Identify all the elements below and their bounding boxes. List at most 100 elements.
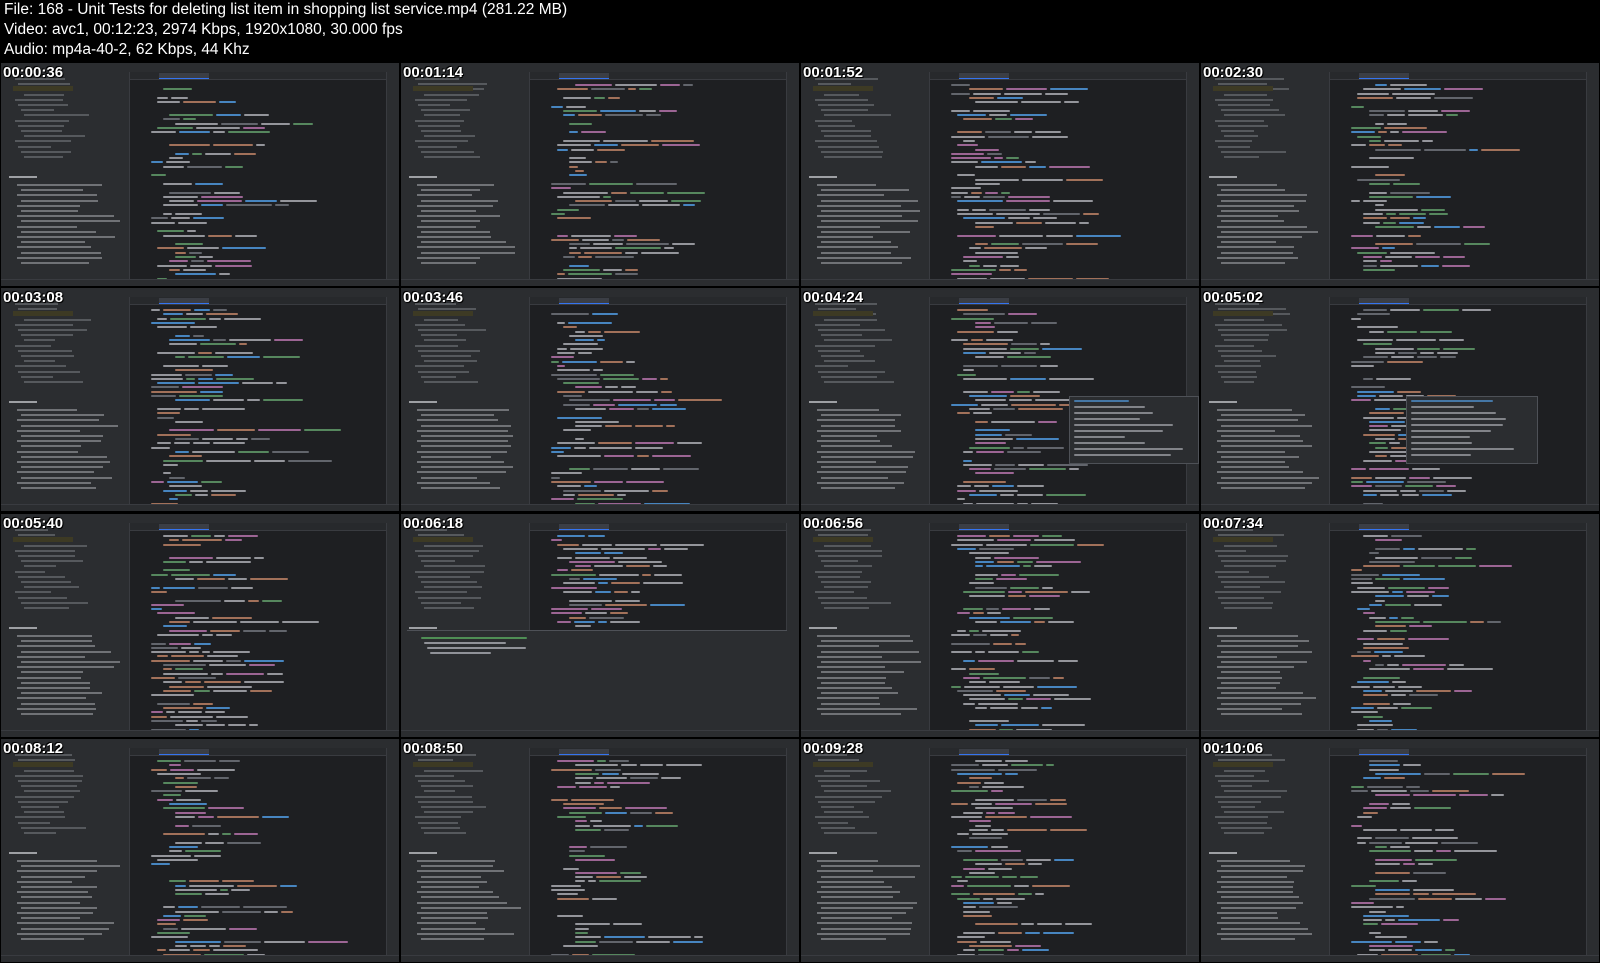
code-token	[973, 92, 1002, 95]
structure-item	[821, 671, 905, 674]
code-token	[614, 84, 658, 86]
code-token	[175, 369, 214, 372]
code-token	[1351, 131, 1376, 134]
popup-suggestion	[1074, 424, 1174, 426]
code-token	[185, 313, 203, 316]
code-token	[1031, 321, 1057, 324]
code-token	[175, 940, 221, 943]
code-token	[204, 152, 232, 155]
code-token	[951, 815, 982, 818]
code-token	[1375, 664, 1385, 666]
code-token	[179, 131, 210, 134]
code-token	[1026, 858, 1051, 861]
code-token	[1375, 599, 1385, 602]
code-token	[175, 815, 196, 818]
structure-item	[417, 194, 472, 197]
code-token	[963, 659, 976, 662]
code-token	[151, 651, 186, 654]
code-token	[598, 442, 632, 445]
project-tree-item	[824, 811, 863, 814]
code-token	[1387, 360, 1424, 363]
code-token	[563, 343, 599, 346]
editor-tab-bar	[1329, 748, 1599, 756]
code-token	[1401, 880, 1417, 883]
code-token	[248, 724, 259, 727]
code-token	[213, 339, 226, 342]
code-token	[1024, 932, 1040, 934]
code-token	[1413, 871, 1447, 874]
code-token	[1419, 489, 1445, 492]
editor-tab-bar	[1329, 523, 1599, 531]
code-token	[169, 764, 182, 767]
code-token	[969, 407, 990, 410]
code-token	[1016, 659, 1055, 662]
code-token	[1403, 578, 1446, 580]
code-token	[157, 101, 181, 104]
code-token	[1351, 481, 1363, 483]
code-token	[1042, 724, 1086, 727]
code-token	[1034, 608, 1051, 611]
code-token	[1007, 356, 1052, 359]
code-token	[575, 781, 592, 784]
code-token	[551, 481, 591, 483]
code-token	[188, 884, 235, 887]
right-tool-strip	[386, 523, 399, 731]
code-token	[244, 200, 278, 203]
code-token	[575, 764, 618, 767]
code-token	[557, 569, 569, 572]
project-tree-panel	[807, 297, 930, 505]
code-token	[1027, 863, 1042, 866]
code-token	[157, 760, 182, 762]
code-token	[969, 446, 1010, 449]
project-tree-item	[818, 596, 868, 599]
project-tree-item	[421, 109, 470, 112]
code-token	[951, 268, 996, 271]
project-tree-item	[421, 806, 487, 808]
project-tree-item	[415, 549, 479, 552]
structure-item	[817, 922, 913, 925]
editor-tab-active	[1359, 73, 1409, 79]
editor-tab-active	[959, 298, 1009, 304]
project-tree-item	[418, 308, 477, 311]
code-token	[595, 876, 622, 879]
code-token	[1040, 364, 1058, 367]
project-tree-item	[415, 119, 465, 122]
code-token	[1042, 347, 1083, 350]
code-token	[1363, 811, 1378, 814]
code-token	[638, 109, 657, 112]
code-token	[182, 118, 196, 121]
code-token	[234, 152, 256, 155]
code-token	[1431, 595, 1449, 598]
structure-item	[17, 880, 73, 883]
code-token	[975, 760, 1002, 762]
code-token	[1384, 139, 1420, 142]
editor-tab-bar	[929, 297, 1199, 305]
code-token	[1351, 247, 1379, 250]
code-token	[951, 893, 971, 896]
code-token	[951, 191, 968, 194]
code-token	[988, 535, 1010, 537]
structure-item	[821, 640, 913, 643]
code-token	[157, 127, 193, 129]
structure-item	[21, 210, 79, 212]
code-token	[610, 582, 641, 585]
project-tree-item	[1215, 795, 1281, 798]
code-token	[210, 493, 236, 496]
code-token	[967, 884, 1011, 887]
video-frame-thumbnail: 00:01:52	[800, 62, 1200, 287]
video-frame-thumbnail: 00:04:24	[800, 287, 1200, 512]
code-token	[575, 858, 616, 861]
code-token	[1357, 326, 1398, 329]
code-token	[963, 390, 989, 393]
structure-header	[1209, 627, 1237, 629]
code-token	[593, 369, 604, 372]
code-token	[975, 807, 1013, 810]
code-token	[194, 689, 211, 692]
code-token	[1376, 377, 1412, 380]
popup-suggestion	[1074, 448, 1184, 450]
code-token	[163, 118, 180, 121]
code-token	[1413, 850, 1434, 853]
code-token	[1030, 815, 1072, 818]
code-token	[1478, 565, 1513, 568]
structure-item	[17, 194, 98, 197]
